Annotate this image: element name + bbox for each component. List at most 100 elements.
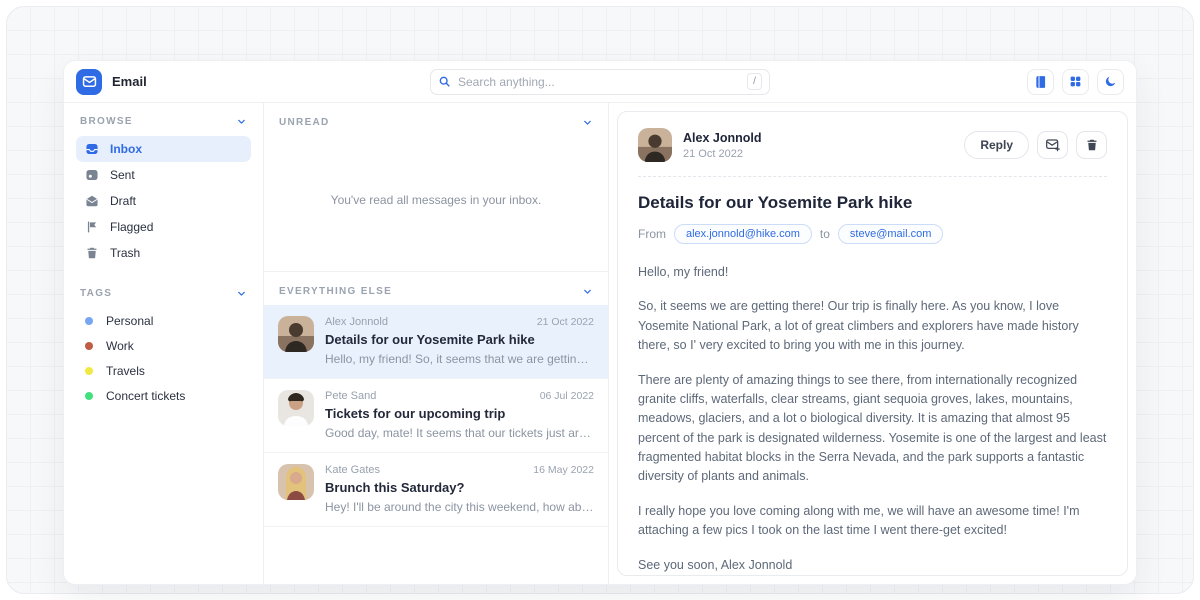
email-detail-pane: Alex Jonnold 21 Oct 2022 Reply xyxy=(609,103,1136,584)
grid-icon xyxy=(1069,75,1082,88)
detail-actions: Reply xyxy=(964,131,1107,159)
avatar xyxy=(278,316,314,352)
app-title: Email xyxy=(112,74,147,89)
draft-icon xyxy=(85,194,99,208)
avatar xyxy=(638,128,672,162)
email-list-item[interactable]: Pete Sand 06 Jul 2022 Tickets for our up… xyxy=(264,379,608,453)
from-email-chip[interactable]: alex.jonnold@hike.com xyxy=(674,224,812,244)
envelope-icon xyxy=(82,74,97,89)
tag-item-personal[interactable]: Personal xyxy=(76,308,251,333)
trash-icon xyxy=(1085,138,1099,152)
dark-mode-button[interactable] xyxy=(1097,69,1124,95)
browse-section-header[interactable]: BROWSE xyxy=(76,116,251,127)
tag-label: Personal xyxy=(106,314,153,328)
tag-item-travels[interactable]: Travels xyxy=(76,358,251,383)
search-icon xyxy=(438,75,451,88)
body-paragraph: So, it seems we are getting there! Our t… xyxy=(638,297,1107,355)
email-preview: Hey! I'll be around the city this weeken… xyxy=(325,500,594,514)
detail-date: 21 Oct 2022 xyxy=(683,148,761,160)
unread-empty-message: You've read all messages in your inbox. xyxy=(264,136,608,271)
tag-color-dot xyxy=(85,342,93,350)
topbar-actions xyxy=(1027,69,1124,95)
sidebar-item-label: Draft xyxy=(110,194,136,208)
search-shortcut-key: / xyxy=(747,73,762,90)
divider xyxy=(638,176,1107,177)
tags-section-header[interactable]: TAGS xyxy=(76,288,251,299)
tag-color-dot xyxy=(85,367,93,375)
forward-email-button[interactable] xyxy=(1037,131,1068,159)
delete-email-button[interactable] xyxy=(1076,131,1107,159)
from-label: From xyxy=(638,227,666,241)
tag-label: Travels xyxy=(106,364,145,378)
tag-color-dot xyxy=(85,392,93,400)
everything-else-section: EVERYTHING ELSE Alex Jonnold 21 Oct 2022 xyxy=(264,271,608,527)
email-preview: Hello, my friend! So, it seems that we a… xyxy=(325,352,594,366)
search-bar[interactable]: / xyxy=(430,69,770,95)
topbar: Email / xyxy=(64,61,1136,103)
sidebar-item-label: Flagged xyxy=(110,220,153,234)
unread-section: UNREAD You've read all messages in your … xyxy=(264,103,608,271)
sidebar-item-trash[interactable]: Trash xyxy=(76,240,251,266)
to-label: to xyxy=(820,227,830,241)
email-subject: Brunch this Saturday? xyxy=(325,480,594,495)
email-app-window: Email / xyxy=(63,60,1137,585)
email-date: 21 Oct 2022 xyxy=(537,316,594,328)
unread-label: UNREAD xyxy=(279,117,330,128)
trash-icon xyxy=(85,246,99,260)
sidebar: BROWSE Inbox Sent xyxy=(64,103,264,584)
email-sender: Alex Jonnold xyxy=(325,316,388,328)
email-subject: Tickets for our upcoming trip xyxy=(325,406,594,421)
to-email-chip[interactable]: steve@mail.com xyxy=(838,224,943,244)
email-preview: Good day, mate! It seems that our ticket… xyxy=(325,426,594,440)
chevron-down-icon[interactable] xyxy=(236,288,247,299)
from-to-row: From alex.jonnold@hike.com to steve@mail… xyxy=(638,224,1107,244)
tag-color-dot xyxy=(85,317,93,325)
detail-sender-name: Alex Jonnold xyxy=(683,131,761,145)
email-date: 16 May 2022 xyxy=(533,464,594,476)
chevron-down-icon[interactable] xyxy=(582,117,593,128)
tag-label: Concert tickets xyxy=(106,389,185,403)
reply-button[interactable]: Reply xyxy=(964,131,1029,159)
email-body: Hello, my friend! So, it seems we are ge… xyxy=(638,263,1107,575)
sidebar-item-draft[interactable]: Draft xyxy=(76,188,251,214)
email-list-item[interactable]: Alex Jonnold 21 Oct 2022 Details for our… xyxy=(264,305,608,379)
sidebar-item-label: Inbox xyxy=(110,142,142,156)
everything-else-label: EVERYTHING ELSE xyxy=(279,286,392,297)
envelope-plus-icon xyxy=(1045,137,1061,153)
sent-icon xyxy=(85,168,99,182)
avatar xyxy=(278,464,314,500)
browse-label: BROWSE xyxy=(80,116,133,127)
search-input[interactable] xyxy=(458,75,740,89)
body-paragraph: There are plenty of amazing things to se… xyxy=(638,371,1107,487)
email-sender: Pete Sand xyxy=(325,390,376,402)
book-icon xyxy=(1034,75,1048,89)
sidebar-item-inbox[interactable]: Inbox xyxy=(76,136,251,162)
avatar xyxy=(278,390,314,426)
email-detail-card: Alex Jonnold 21 Oct 2022 Reply xyxy=(617,111,1128,576)
tag-item-concert-tickets[interactable]: Concert tickets xyxy=(76,383,251,408)
everything-else-header[interactable]: EVERYTHING ELSE xyxy=(264,272,608,305)
flag-icon xyxy=(85,220,99,234)
tag-item-work[interactable]: Work xyxy=(76,333,251,358)
moon-icon xyxy=(1104,75,1117,88)
chevron-down-icon[interactable] xyxy=(582,286,593,297)
sidebar-item-sent[interactable]: Sent xyxy=(76,162,251,188)
apps-grid-button[interactable] xyxy=(1062,69,1089,95)
signature: See you soon, Alex Jonnold xyxy=(638,556,1107,575)
message-list-column: UNREAD You've read all messages in your … xyxy=(264,103,609,584)
sidebar-item-label: Sent xyxy=(110,168,135,182)
unread-section-header[interactable]: UNREAD xyxy=(264,103,608,136)
detail-header: Alex Jonnold 21 Oct 2022 Reply xyxy=(638,128,1107,162)
body-paragraph: Hello, my friend! xyxy=(638,263,1107,282)
app-logo xyxy=(76,69,102,95)
sidebar-item-label: Trash xyxy=(110,246,140,260)
email-list-item[interactable]: Kate Gates 16 May 2022 Brunch this Satur… xyxy=(264,453,608,527)
tag-label: Work xyxy=(106,339,134,353)
email-date: 06 Jul 2022 xyxy=(540,390,594,402)
body-paragraph: I really hope you love coming along with… xyxy=(638,502,1107,541)
email-subject: Details for our Yosemite Park hike xyxy=(325,332,594,347)
reading-list-button[interactable] xyxy=(1027,69,1054,95)
sidebar-item-flagged[interactable]: Flagged xyxy=(76,214,251,240)
inbox-icon xyxy=(85,142,99,156)
chevron-down-icon[interactable] xyxy=(236,116,247,127)
